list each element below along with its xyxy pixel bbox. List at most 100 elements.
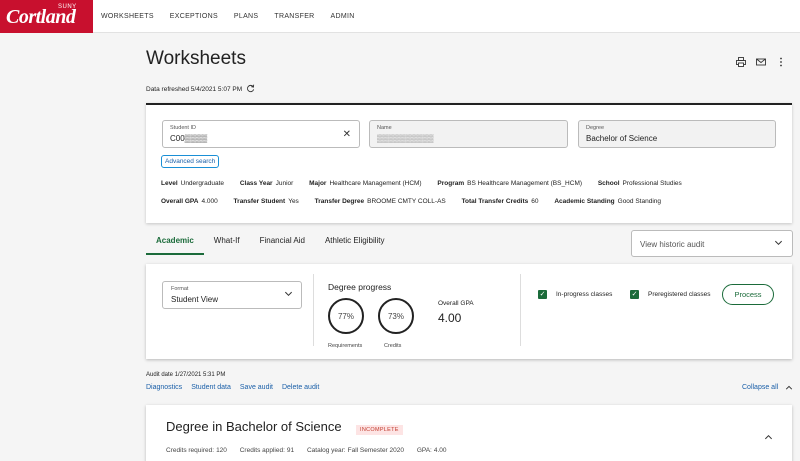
nav-admin[interactable]: ADMIN bbox=[323, 0, 363, 33]
student-name-label: Name bbox=[377, 125, 392, 131]
student-id-label: Student ID bbox=[170, 125, 196, 131]
audit-actions: Diagnostics Student data Save audit Dele… bbox=[146, 384, 319, 391]
format-label: Format bbox=[171, 286, 189, 292]
top-nav-bar: SUNY Cortland WORKSHEETS EXCEPTIONS PLAN… bbox=[0, 0, 800, 33]
mail-icon[interactable] bbox=[756, 57, 766, 67]
page-title: Worksheets bbox=[146, 48, 246, 69]
degree-progress-card: Format Student View Degree progress 77% … bbox=[146, 264, 792, 359]
degree-block-title: Degree in Bachelor of Science bbox=[166, 419, 342, 434]
student-id-field[interactable]: Student ID C00▒▒▒▒ ✕ bbox=[162, 120, 360, 148]
student-name-value: ▒▒▒▒▒▒▒▒▒▒ bbox=[377, 134, 434, 143]
collapse-all-link[interactable]: Collapse all bbox=[742, 384, 778, 391]
degree-label: Degree bbox=[586, 125, 605, 131]
info-value: Good Standing bbox=[617, 198, 662, 205]
tab-financial-aid[interactable]: Financial Aid bbox=[250, 236, 315, 255]
requirements-label: Requirements bbox=[328, 343, 363, 349]
inprogress-label: In-progress classes bbox=[556, 291, 613, 298]
degree-field: Degree Bachelor of Science bbox=[578, 120, 776, 148]
meta-key: Credits applied: bbox=[239, 447, 285, 454]
delete-audit-link[interactable]: Delete audit bbox=[282, 384, 319, 391]
close-icon[interactable]: ✕ bbox=[343, 129, 351, 140]
info-value: Professional Studies bbox=[622, 180, 682, 187]
nav-plans[interactable]: PLANS bbox=[226, 0, 266, 33]
student-id-value: C00▒▒▒▒ bbox=[170, 134, 208, 143]
preregistered-label: Preregistered classes bbox=[648, 291, 711, 298]
audit-date: Audit date 1/27/2021 5:31 PM bbox=[146, 372, 226, 378]
info-key: Transfer Student bbox=[233, 198, 286, 205]
process-button[interactable]: Process bbox=[722, 284, 774, 305]
info-value: Yes bbox=[288, 198, 299, 205]
refresh-text: Data refreshed 5/4/2021 5:07 PM bbox=[146, 86, 243, 93]
preregistered-checkbox[interactable]: ✓ bbox=[630, 290, 639, 299]
divider bbox=[313, 274, 314, 346]
tab-what-if[interactable]: What-If bbox=[204, 236, 250, 255]
credits-percent: 73% bbox=[387, 312, 404, 321]
print-icon[interactable] bbox=[736, 57, 746, 67]
data-refreshed: Data refreshed 5/4/2021 5:07 PM bbox=[146, 84, 255, 95]
advanced-search-link[interactable]: Advanced search bbox=[161, 155, 220, 168]
info-key: Major bbox=[309, 180, 327, 187]
meta-key: Catalog year: bbox=[306, 447, 346, 454]
info-key: Class Year bbox=[239, 180, 273, 187]
historic-audit-text: View historic audit bbox=[640, 240, 705, 249]
refresh-icon[interactable] bbox=[246, 84, 255, 95]
meta-value: 4.00 bbox=[433, 447, 447, 454]
more-vertical-icon[interactable] bbox=[776, 57, 786, 67]
main-nav: WORKSHEETS EXCEPTIONS PLANS TRANSFER ADM… bbox=[93, 0, 363, 33]
audit-tabs: Academic What-If Financial Aid Athletic … bbox=[146, 236, 395, 255]
degree-block: Degree in Bachelor of Science INCOMPLETE… bbox=[146, 405, 792, 461]
inprogress-checkbox[interactable]: ✓ bbox=[538, 290, 547, 299]
meta-value: 120 bbox=[216, 447, 227, 454]
info-key: Program bbox=[437, 180, 465, 187]
divider bbox=[520, 274, 521, 346]
degree-meta: Credits required: 120 Credits applied: 91 … bbox=[166, 447, 458, 454]
meta-value: 91 bbox=[286, 447, 295, 454]
credits-progress-ring: 73% bbox=[378, 298, 414, 334]
meta-key: Credits required: bbox=[166, 447, 215, 454]
info-value: Undergraduate bbox=[180, 180, 224, 187]
info-key: Overall GPA bbox=[161, 198, 199, 205]
chevron-up-icon[interactable] bbox=[785, 384, 793, 394]
student-info-row-1: Level Undergraduate Class Year Junior Majo… bbox=[161, 180, 696, 187]
chevron-down-icon bbox=[774, 238, 783, 249]
requirements-progress-ring: 77% bbox=[328, 298, 364, 334]
info-key: Academic Standing bbox=[554, 198, 615, 205]
requirements-percent: 77% bbox=[337, 312, 354, 321]
info-key: Total Transfer Credits bbox=[461, 198, 529, 205]
degree-progress-title: Degree progress bbox=[328, 282, 392, 292]
student-info-row-2: Overall GPA 4.000 Transfer Student Yes Tra… bbox=[161, 198, 675, 205]
chevron-up-icon[interactable] bbox=[764, 433, 773, 444]
format-value: Student View bbox=[171, 295, 218, 304]
overall-gpa-value: 4.00 bbox=[438, 311, 462, 325]
student-data-link[interactable]: Student data bbox=[191, 384, 231, 391]
status-badge: INCOMPLETE bbox=[356, 425, 403, 435]
meta-value: Fall Semester 2020 bbox=[347, 447, 404, 454]
save-audit-link[interactable]: Save audit bbox=[240, 384, 273, 391]
cortland-logo[interactable]: SUNY Cortland bbox=[0, 0, 93, 33]
diagnostics-link[interactable]: Diagnostics bbox=[146, 384, 182, 391]
chevron-down-icon bbox=[284, 289, 293, 300]
logo-wordmark: Cortland bbox=[6, 6, 76, 28]
page-actions bbox=[736, 57, 786, 67]
info-value: Healthcare Management (HCM) bbox=[329, 180, 422, 187]
student-name-field: Name ▒▒▒▒▒▒▒▒▒▒ bbox=[369, 120, 568, 148]
overall-gpa-label: Overall GPA bbox=[438, 300, 474, 307]
meta-key: GPA: bbox=[416, 447, 432, 454]
info-value: Junior bbox=[275, 180, 294, 187]
degree-value: Bachelor of Science bbox=[586, 134, 658, 143]
historic-audit-select[interactable]: View historic audit bbox=[631, 230, 793, 257]
info-key: Level bbox=[161, 180, 178, 187]
info-value: BS Healthcare Management (BS_HCM) bbox=[467, 180, 583, 187]
nav-worksheets[interactable]: WORKSHEETS bbox=[93, 0, 162, 33]
credits-label: Credits bbox=[384, 343, 402, 349]
info-key: Transfer Degree bbox=[314, 198, 365, 205]
info-value: BROOME CMTY COLL-AS bbox=[367, 198, 446, 205]
info-value: 4.000 bbox=[201, 198, 218, 205]
nav-transfer[interactable]: TRANSFER bbox=[266, 0, 322, 33]
format-select[interactable]: Format Student View bbox=[162, 281, 302, 309]
info-key: School bbox=[597, 180, 620, 187]
nav-exceptions[interactable]: EXCEPTIONS bbox=[162, 0, 226, 33]
tab-athletic-eligibility[interactable]: Athletic Eligibility bbox=[315, 236, 395, 255]
tab-academic[interactable]: Academic bbox=[146, 236, 204, 255]
student-info-card: Student ID C00▒▒▒▒ ✕ Name ▒▒▒▒▒▒▒▒▒▒ Deg… bbox=[146, 103, 792, 223]
